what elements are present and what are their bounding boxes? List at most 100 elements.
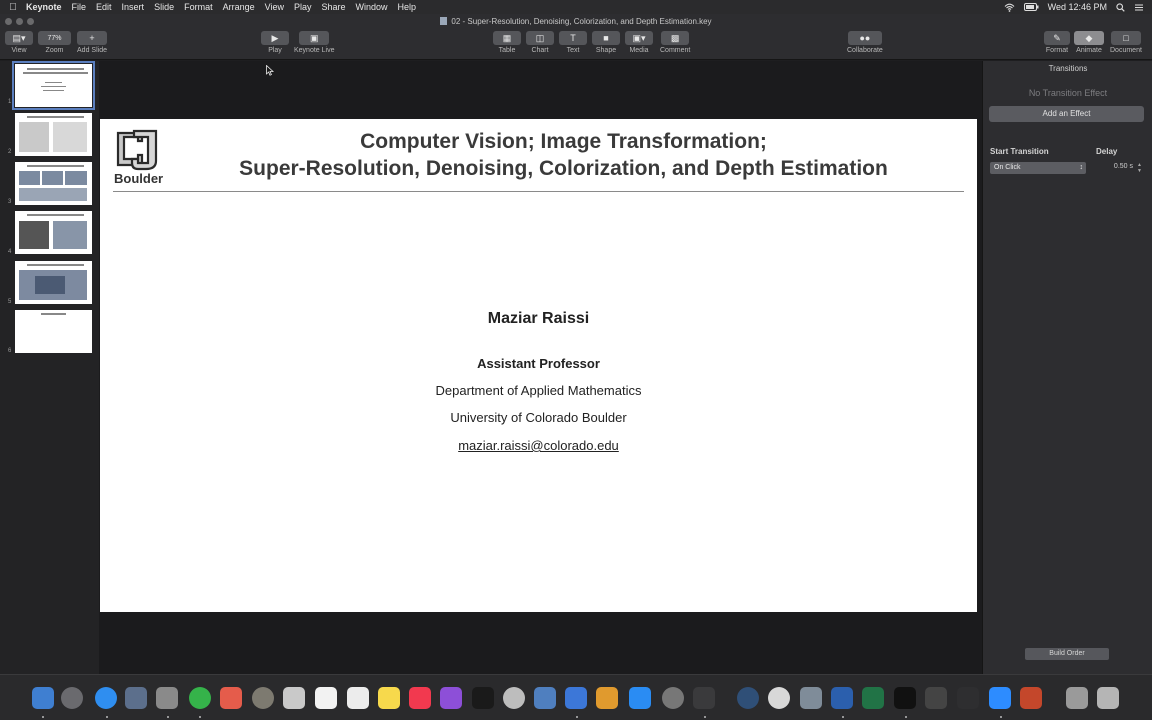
add-effect-button[interactable]: Add an Effect [989, 106, 1144, 122]
view-label: View [11, 47, 27, 54]
media-button[interactable]: ▣▾ Media [625, 31, 653, 54]
shape-button[interactable]: ■ Shape [592, 31, 620, 54]
author-name[interactable]: Maziar Raissi [100, 310, 977, 328]
slide-thumbnail-5[interactable] [15, 261, 92, 304]
slide-number: 5 [8, 299, 12, 305]
dock [0, 674, 1152, 720]
author-role[interactable]: Assistant Professor [100, 356, 977, 371]
play-button[interactable]: ▶ Play [261, 31, 289, 54]
egg-icon[interactable] [768, 687, 790, 709]
menu-insert[interactable]: Insert [122, 2, 145, 12]
delay-input[interactable]: 0.50 s [1103, 163, 1133, 170]
music-icon[interactable] [409, 687, 431, 709]
menubar-clock[interactable]: Wed 12:46 PM [1048, 2, 1107, 12]
preview-icon[interactable] [125, 687, 147, 709]
slide-thumbnail-1[interactable] [12, 61, 95, 110]
photos-icon[interactable] [220, 687, 242, 709]
document-button[interactable]: □ Document [1110, 31, 1142, 54]
menu-help[interactable]: Help [398, 2, 417, 12]
slide-thumbnail-6[interactable] [15, 310, 92, 353]
document-setup-icon: □ [1110, 31, 1141, 45]
menu-arrange[interactable]: Arrange [223, 2, 255, 12]
excel-icon[interactable] [862, 687, 884, 709]
zoom-app-icon[interactable] [989, 687, 1011, 709]
no-entry-icon[interactable] [503, 687, 525, 709]
keynote-icon[interactable] [565, 687, 587, 709]
slide-canvas[interactable]: Boulder Computer Vision; Image Transform… [99, 61, 982, 674]
slide-thumbnail-3[interactable] [15, 162, 92, 205]
word-icon[interactable] [831, 687, 853, 709]
add-slide-button[interactable]: + Add Slide [77, 31, 107, 54]
podcasts-icon[interactable] [440, 687, 462, 709]
table-label: Table [498, 47, 516, 54]
finder-icon[interactable] [32, 687, 54, 709]
terminal-icon[interactable] [894, 687, 916, 709]
reminders-icon[interactable] [347, 687, 369, 709]
text-button[interactable]: T Text [559, 31, 587, 54]
comment-button[interactable]: ▩ Comment [660, 31, 690, 54]
format-button[interactable]: ✎ Format [1044, 31, 1070, 54]
zoom-button[interactable]: 77% Zoom [38, 31, 71, 54]
no-transition-text: No Transition Effect [1028, 88, 1108, 98]
cu-logo: Boulder [112, 125, 166, 186]
keynote-live-button[interactable]: ▣ Keynote Live [294, 31, 334, 54]
screenshot-icon[interactable] [925, 687, 947, 709]
menu-file[interactable]: File [72, 2, 87, 12]
author-email-link[interactable]: maziar.raissi@colorado.edu [458, 438, 619, 453]
xcode-icon[interactable] [693, 687, 715, 709]
tv-icon[interactable] [472, 687, 494, 709]
animate-button[interactable]: ◆ Animate [1074, 31, 1104, 54]
network-icon[interactable] [957, 687, 979, 709]
author-department[interactable]: Department of Applied Mathematics [100, 383, 977, 398]
app-store-icon[interactable] [629, 687, 651, 709]
collaborate-button[interactable]: ●● Collaborate [847, 31, 883, 54]
chart-button[interactable]: ◫ Chart [526, 31, 554, 54]
slide-title[interactable]: Computer Vision; Image Transformation; S… [160, 128, 967, 182]
table-button[interactable]: ▦ Table [493, 31, 521, 54]
menu-app-name[interactable]: Keynote [26, 2, 62, 12]
apple-icon[interactable]:  [0, 2, 26, 13]
author-university[interactable]: University of Colorado Boulder [100, 410, 977, 425]
menu-format[interactable]: Format [184, 2, 213, 12]
menu-window[interactable]: Window [356, 2, 388, 12]
image-capture-icon[interactable] [800, 687, 822, 709]
menu-share[interactable]: Share [322, 2, 346, 12]
messages-icon[interactable] [189, 687, 211, 709]
transitions-tab[interactable]: Transitions [983, 64, 1152, 73]
slide-navigator: 1 2 3 4 5 6 [0, 61, 99, 674]
trash-icon[interactable] [1097, 687, 1119, 709]
menu-view[interactable]: View [265, 2, 284, 12]
paintbrush-icon: ✎ [1044, 31, 1070, 45]
battery-icon[interactable] [1023, 3, 1039, 11]
current-slide[interactable]: Boulder Computer Vision; Image Transform… [100, 119, 977, 612]
settings-icon[interactable] [662, 687, 684, 709]
downloads-folder-icon[interactable] [1066, 687, 1088, 709]
slide-thumbnail-2[interactable] [15, 113, 92, 156]
numbers-icon[interactable] [534, 687, 556, 709]
loop-icon[interactable] [737, 687, 759, 709]
wifi-icon[interactable] [1004, 3, 1015, 12]
stickies-icon[interactable] [378, 687, 400, 709]
calendar-icon[interactable] [315, 687, 337, 709]
menu-edit[interactable]: Edit [96, 2, 112, 12]
build-order-button[interactable]: Build Order [1025, 648, 1109, 660]
title-divider [113, 191, 964, 192]
pages-icon[interactable] [596, 687, 618, 709]
delay-stepper[interactable]: ▲ ▼ [1136, 162, 1143, 174]
slide-thumbnail-4[interactable] [15, 211, 92, 254]
menu-slide[interactable]: Slide [154, 2, 174, 12]
spotlight-search-icon[interactable] [1116, 2, 1125, 12]
launchpad-icon[interactable] [61, 687, 83, 709]
contacts-icon[interactable] [156, 687, 178, 709]
view-button[interactable]: ▤▾ View [5, 31, 33, 54]
document-title: 02 - Super-Resolution, Denoising, Colori… [451, 17, 712, 26]
control-center-icon[interactable] [1134, 3, 1144, 12]
system-preferences-icon[interactable] [252, 687, 274, 709]
powerpoint-icon[interactable] [1020, 687, 1042, 709]
menu-bar:  Keynote File Edit Insert Slide Format … [0, 0, 1152, 14]
comment-icon: ▩ [661, 31, 690, 45]
menu-play[interactable]: Play [294, 2, 312, 12]
notes-icon[interactable] [283, 687, 305, 709]
safari-icon[interactable] [95, 687, 117, 709]
start-transition-select[interactable]: On Click ↕ [990, 162, 1086, 174]
